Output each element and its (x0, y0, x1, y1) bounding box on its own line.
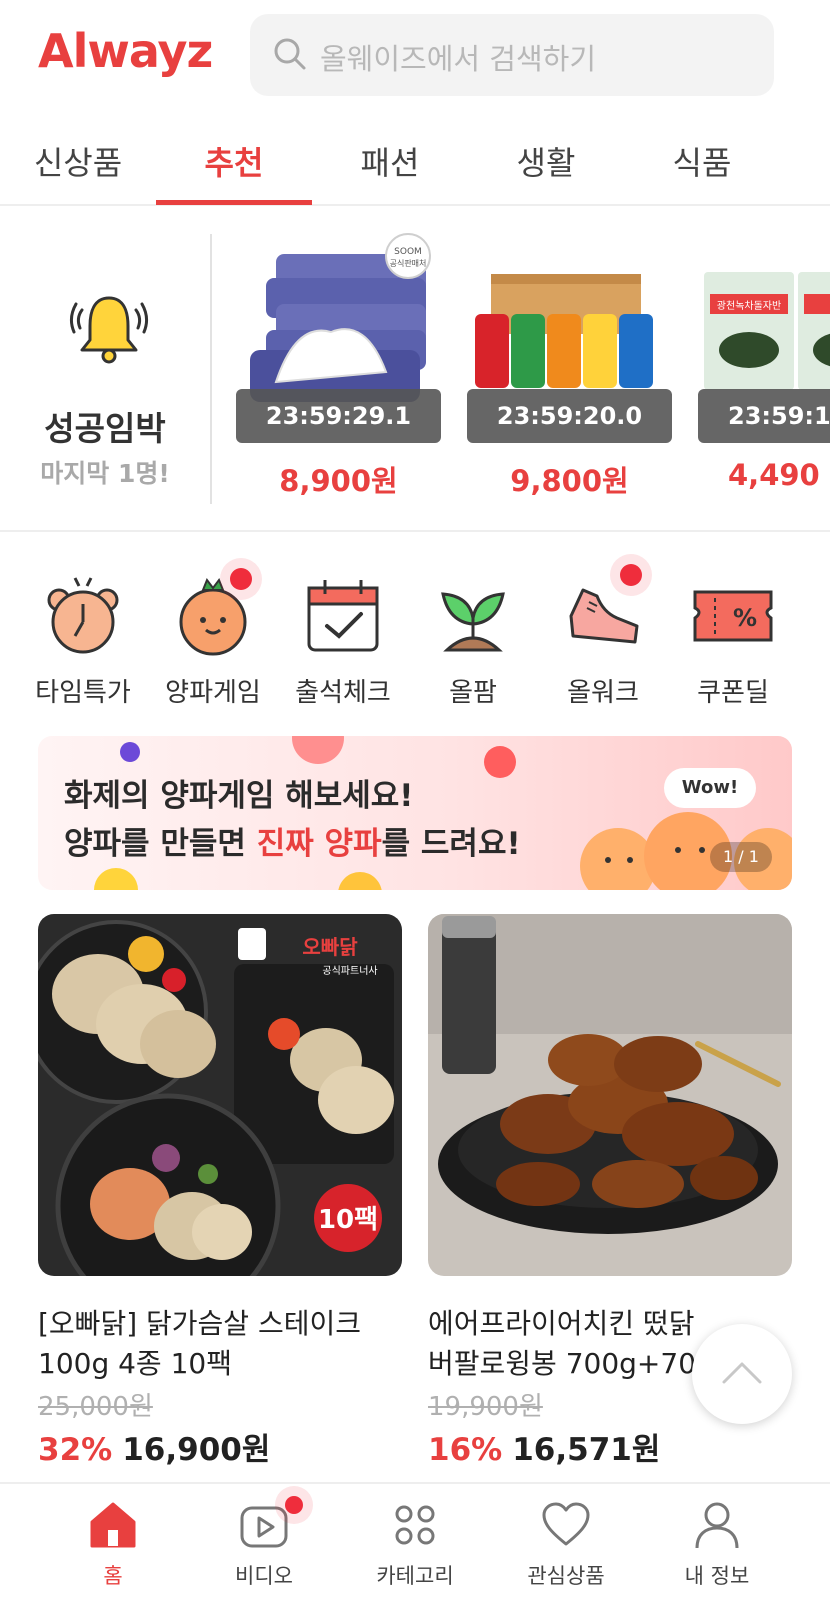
nav-label: 비디오 (235, 1564, 293, 1588)
search-placeholder: 올웨이즈에서 검색하기 (320, 42, 597, 76)
wet-wipes-image: SOOM 공식판매처 (250, 233, 431, 402)
scroll-to-top-button[interactable] (692, 1324, 792, 1424)
menu-coupon-deal[interactable]: % 쿠폰딜 (668, 556, 798, 708)
svg-text:%: % (733, 604, 757, 632)
product-name: [오빠닭] 닭가슴살 스테이크 100g 4종 10팩 (38, 1304, 402, 1384)
menu-onion-game[interactable]: 양파게임 (148, 556, 278, 708)
calendar-check-icon (307, 580, 379, 652)
sale-price: 16,571원 (512, 1432, 661, 1468)
tab-living[interactable]: 생활 (468, 138, 624, 184)
deal-price: 8,900원 (279, 464, 398, 498)
tab-new[interactable]: 신상품 (0, 138, 156, 184)
onion-game-banner[interactable]: 화제의 양파게임 해보세요! 양파를 만들면 진짜 양파를 드려요! Wow! … (38, 736, 792, 890)
nav-wishlist[interactable]: 관심상품 (491, 1484, 641, 1597)
nav-video[interactable]: 비디오 (189, 1484, 339, 1597)
app-logo[interactable]: Alwayz (38, 24, 213, 78)
menu-label: 출석체크 (295, 678, 391, 708)
deal-item[interactable]: 광천녹차돌자반 23:59:1 4,490 (698, 232, 830, 522)
deal-section-subtitle: 마지막 1명! (40, 459, 170, 488)
coupon-icon: % (693, 590, 773, 642)
soda-cans-image (475, 274, 653, 388)
banner-highlight: 진짜 양파 (256, 826, 382, 862)
search-bar[interactable]: 올웨이즈에서 검색하기 (250, 14, 774, 96)
deal-timer: 23:59:1 (698, 389, 830, 443)
discount-rate: 16% (428, 1432, 503, 1468)
sneaker-icon (569, 588, 639, 644)
menu-label: 올워크 (567, 678, 639, 708)
tab-food[interactable]: 식품 (624, 138, 780, 184)
category-tabs: 신상품 추천 패션 생활 식품 (0, 120, 830, 206)
sale-price: 16,900원 (122, 1432, 271, 1468)
app-header: Alwayz 올웨이즈에서 검색하기 (0, 0, 830, 108)
banner-line2: 양파를 만들면 진짜 양파를 드려요! (64, 818, 521, 863)
deal-section-title: 성공임박 (44, 409, 166, 448)
person-icon (695, 1502, 739, 1549)
video-play-icon (240, 1506, 288, 1548)
official-seller-badge-text: 공식판매처 (390, 259, 427, 268)
sale-price-row: 32% 16,900원 (38, 1424, 270, 1469)
nav-label: 카테고리 (376, 1564, 454, 1588)
seaweed-image: 광천녹차돌자반 (704, 272, 830, 390)
closing-deals-section: 성공임박 마지막 1명! SOOM 공식판매처 23:59:29.1 8,900… (0, 206, 830, 532)
product-name-line2: 100g 4종 10팩 (38, 1347, 232, 1380)
soom-badge-text: SOOM (394, 247, 422, 257)
divider (210, 234, 212, 504)
original-price: 25,000원 (38, 1392, 153, 1422)
deal-item[interactable]: 23:59:20.0 9,800원 (467, 232, 672, 522)
menu-label: 쿠폰딜 (697, 678, 769, 708)
nav-category[interactable]: 카테고리 (340, 1484, 490, 1597)
banner-line2-suffix: 를 드려요! (381, 826, 521, 862)
notification-dot (620, 564, 642, 586)
menu-label: 올팜 (449, 678, 497, 708)
alarm-clock-bear-icon (47, 577, 119, 654)
deal-timer: 23:59:29.1 (236, 389, 441, 443)
bottom-navigation: 홈 비디오 카테고리 관심상품 내 정보 (0, 1482, 830, 1597)
sale-price-row: 16% 16,571원 (428, 1424, 660, 1469)
banner-line1: 화제의 양파게임 해보세요! (64, 778, 414, 814)
menu-time-deal[interactable]: 타임특가 (18, 556, 148, 708)
seaweed-label-text: 광천녹차돌자반 (717, 300, 781, 312)
menu-label: 타임특가 (35, 678, 131, 708)
wow-speech-bubble: Wow! (664, 768, 756, 808)
banner-pager: 1 / 1 (710, 842, 772, 872)
menu-allfarm[interactable]: 올팜 (408, 556, 538, 708)
menu-allwalk[interactable]: 올워크 (538, 556, 668, 708)
brand-logo-text: 오빠닭 (302, 935, 358, 959)
deal-price: 4,490 (728, 458, 820, 492)
notification-dot (285, 1496, 303, 1514)
active-tab-indicator (156, 200, 312, 205)
notification-dot (230, 568, 252, 590)
tab-recommended[interactable]: 추천 (156, 138, 312, 184)
discount-rate: 32% (38, 1432, 113, 1468)
nav-label: 내 정보 (684, 1564, 750, 1588)
tab-fashion[interactable]: 패션 (312, 138, 468, 184)
nav-my-info[interactable]: 내 정보 (642, 1484, 792, 1597)
menu-label: 양파게임 (165, 678, 261, 708)
nav-home[interactable]: 홈 (38, 1484, 188, 1597)
home-icon (90, 1502, 136, 1548)
product-name-line1: [오빠닭] 닭가슴살 스테이크 (38, 1307, 362, 1340)
pack-count-badge: 10팩 (318, 1205, 378, 1235)
nav-label: 관심상품 (527, 1564, 605, 1588)
menu-attendance[interactable]: 출석체크 (278, 556, 408, 708)
nav-label: 홈 (103, 1564, 123, 1588)
banner-line2-prefix: 양파를 만들면 (64, 826, 257, 862)
feature-menu: 타임특가 양파게임 출석체크 올팜 올워크 % 쿠폰딜 (0, 556, 830, 708)
category-grid-icon (395, 1505, 435, 1545)
bell-icon (69, 296, 149, 364)
deal-timer: 23:59:20.0 (467, 389, 672, 443)
heart-icon (542, 1502, 590, 1546)
search-icon (274, 38, 306, 70)
sprout-icon (441, 592, 505, 652)
deal-item[interactable]: SOOM 공식판매처 23:59:29.1 8,900원 (236, 232, 441, 522)
deal-price: 9,800원 (510, 464, 629, 498)
chevron-up-icon (722, 1362, 762, 1384)
brand-partner-text: 공식파트너사 (322, 965, 377, 977)
original-price: 19,900원 (428, 1392, 543, 1422)
product-image (428, 914, 792, 1276)
product-image: 오빠닭 공식파트너사 10팩 (38, 914, 402, 1276)
